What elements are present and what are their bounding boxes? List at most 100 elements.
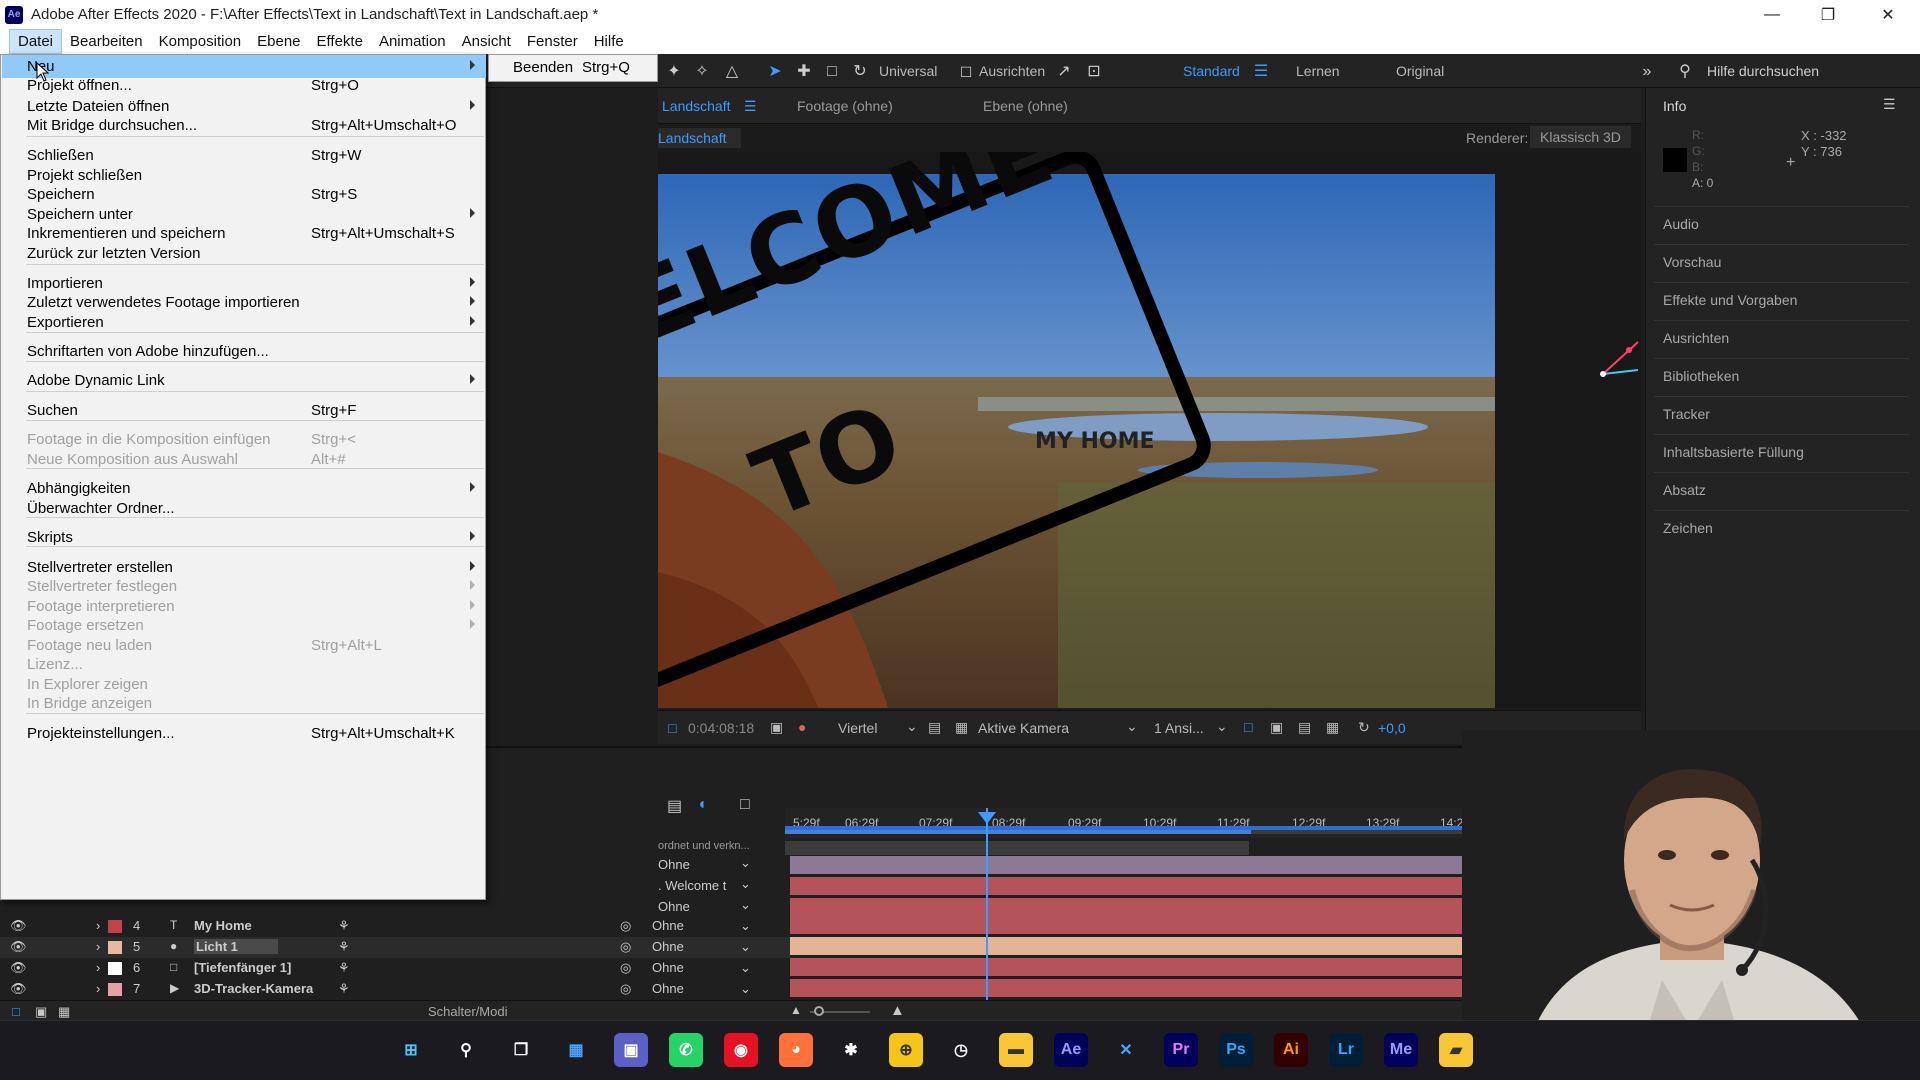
eye-icon[interactable]: 👁 [10, 960, 27, 976]
tab-layer[interactable]: Ebene (ohne) [983, 98, 1068, 114]
layer-name[interactable]: [Tiefenfänger 1] [194, 960, 291, 975]
layer-name[interactable]: My Home [194, 918, 252, 933]
zoom-in-icon[interactable]: ▲ [890, 1002, 905, 1019]
comp-mini-flowchart-icon[interactable]: ▤ [667, 796, 682, 816]
shy-switch-icon[interactable]: ⚘ [338, 918, 350, 934]
file-menu-item[interactable]: Überwachter Ordner... [2, 497, 486, 520]
color-channels-icon[interactable]: ● [798, 719, 806, 735]
parent-dropdown[interactable]: Ohne [658, 857, 690, 872]
playhead-handle[interactable] [978, 812, 996, 824]
grid-snap-icon[interactable]: ⊡ [1084, 62, 1104, 82]
zoom-out-icon[interactable]: ▲ [790, 1003, 802, 1017]
file-menu-item[interactable]: Exportieren [2, 311, 486, 334]
file-menu-item[interactable]: Projekt öffnen... Strg+O [2, 74, 486, 97]
graph-editor-icon[interactable]: □ [740, 796, 750, 814]
comp-breadcrumb[interactable]: Landschaft [658, 128, 741, 148]
chevron-down-icon[interactable]: ⌄ [740, 939, 751, 955]
maximize-button[interactable]: ❐ [1800, 0, 1856, 29]
ausrichten-checkbox[interactable]: ☐ [956, 62, 976, 82]
workspace-overflow-icon[interactable]: » [1637, 62, 1657, 82]
layer-row[interactable]: 👁 › 5 ● Licht 1 ⚘ ◎ Ohne ⌄ [0, 937, 790, 958]
panel-absatz[interactable]: Absatz [1663, 482, 1706, 498]
panel-bibliotheken[interactable]: Bibliotheken [1663, 368, 1739, 384]
file-menu-item[interactable]: Suchen Strg+F [2, 399, 486, 422]
help-search-input[interactable]: Hilfe durchsuchen [1707, 63, 1819, 79]
menu-animation[interactable]: Animation [371, 29, 454, 54]
taskbar-explorer-icon[interactable]: ▬ [999, 1033, 1033, 1067]
panel-tracker[interactable]: Tracker [1663, 406, 1710, 422]
workspace-lernen[interactable]: Lernen [1296, 63, 1340, 79]
chevron-down-icon[interactable]: ⌄ [740, 960, 751, 976]
parent-dropdown[interactable]: Ohne [658, 899, 690, 914]
tab-composition[interactable]: Landschaft [662, 98, 731, 114]
file-menu-item[interactable]: Skripts [2, 526, 486, 549]
shy-switch-icon[interactable]: ⚘ [338, 981, 350, 997]
draft-3d-icon[interactable]: ◖ [697, 796, 707, 814]
file-menu-item[interactable]: Schriftarten von Adobe hinzufügen... [2, 340, 486, 363]
workspace-menu-icon[interactable]: ☰ [1251, 62, 1271, 82]
workspace-original[interactable]: Original [1396, 63, 1444, 79]
eye-icon[interactable]: 👁 [10, 981, 27, 997]
resolution-chevron-down-icon[interactable]: ⌄ [906, 718, 918, 735]
chevron-down-icon[interactable]: ⌄ [740, 855, 751, 871]
file-menu-item[interactable]: Adobe Dynamic Link [2, 369, 486, 392]
menu-fenster[interactable]: Fenster [519, 29, 586, 54]
layer-track-bar[interactable] [790, 898, 1532, 916]
taskbar-vscode-icon[interactable]: ✕ [1109, 1033, 1143, 1067]
zoom-slider-thumb[interactable] [814, 1006, 824, 1016]
camera-gizmo[interactable] [1593, 322, 1641, 382]
views-chevron-down-icon[interactable]: ⌄ [1216, 718, 1228, 735]
layer-switches-icon[interactable]: □ [12, 1004, 20, 1019]
rotate-tool-icon[interactable]: ↻ [850, 62, 870, 82]
layer-color-label[interactable] [108, 941, 122, 954]
panel-ausrichten[interactable]: Ausrichten [1663, 330, 1729, 346]
chevron-down-icon[interactable]: ⌄ [740, 876, 751, 892]
menu-hilfe[interactable]: Hilfe [586, 29, 632, 54]
parent-dropdown[interactable]: . Welcome t [658, 878, 726, 893]
taskbar-media-encoder-icon[interactable]: Me [1384, 1033, 1418, 1067]
taskbar-task-view-icon[interactable]: ❐ [504, 1033, 538, 1067]
flowchart-icon[interactable]: ▦ [1326, 719, 1339, 736]
taskbar-search-icon[interactable]: ⚲ [449, 1033, 483, 1067]
transparency-grid-icon[interactable]: ▦ [955, 719, 968, 736]
chevron-down-icon[interactable]: ⌄ [740, 918, 751, 934]
menu-datei[interactable]: Datei [9, 29, 63, 54]
chevron-down-icon[interactable]: ⌄ [740, 897, 751, 913]
expand-chevron-icon[interactable]: › [96, 981, 100, 996]
menu-komposition[interactable]: Komposition [151, 29, 250, 54]
playhead[interactable] [986, 808, 988, 1022]
parent-dropdown[interactable]: Ohne [652, 939, 684, 954]
file-menu-item[interactable]: Mit Bridge durchsuchen... Strg+Alt+Umscha… [2, 114, 486, 137]
menu-effekte[interactable]: Effekte [309, 29, 371, 54]
shy-switch-icon[interactable]: ⚘ [338, 960, 350, 976]
pen-add-tool-icon[interactable]: ✧ [692, 62, 712, 82]
taskbar-firefox-icon[interactable]: ◕ [779, 1033, 813, 1067]
pick-whip-icon[interactable]: ◎ [620, 981, 631, 997]
menu-ansicht[interactable]: Ansicht [454, 29, 519, 54]
rectangle-tool-icon[interactable]: □ [822, 62, 842, 82]
expand-chevron-icon[interactable]: › [96, 939, 100, 954]
reset-exposure-icon[interactable]: ↻ [1358, 719, 1370, 736]
panel-effekte-und-vorgaben[interactable]: Effekte und Vorgaben [1663, 292, 1797, 308]
workspace-standard[interactable]: Standard [1183, 63, 1240, 79]
eye-icon[interactable]: 👁 [10, 918, 27, 934]
switches-modes-toggle[interactable]: Schalter/Modi [428, 1004, 507, 1019]
minimize-button[interactable]: — [1744, 0, 1800, 29]
info-panel-menu-icon[interactable]: ☰ [1883, 96, 1896, 113]
timecode-display[interactable]: 0:04:08:18 [688, 720, 754, 736]
taskbar-tool-icon[interactable]: ✱ [834, 1033, 868, 1067]
taskbar-folder-icon[interactable]: ▰ [1439, 1033, 1473, 1067]
camera-chevron-down-icon[interactable]: ⌄ [1126, 718, 1138, 735]
exposure-value[interactable]: +0,0 [1378, 720, 1406, 736]
move-tool-icon[interactable]: ✚ [794, 62, 814, 82]
pen-tool-icon[interactable]: ✦ [664, 62, 684, 82]
layer-row[interactable]: 👁 › 4 T My Home ⚘ ◎ Ohne ⌄ [0, 916, 790, 937]
pick-whip-icon[interactable]: ◎ [620, 939, 631, 955]
layer-color-label[interactable] [108, 983, 122, 996]
parent-dropdown[interactable]: Ohne [652, 960, 684, 975]
panel-zeichen[interactable]: Zeichen [1663, 520, 1713, 536]
pick-whip-icon[interactable]: ◎ [620, 918, 631, 934]
taskbar-lightroom-icon[interactable]: Lr [1329, 1033, 1363, 1067]
expand-chevron-icon[interactable]: › [96, 960, 100, 975]
taskbar-after-effects-icon[interactable]: Ae [1054, 1033, 1088, 1067]
